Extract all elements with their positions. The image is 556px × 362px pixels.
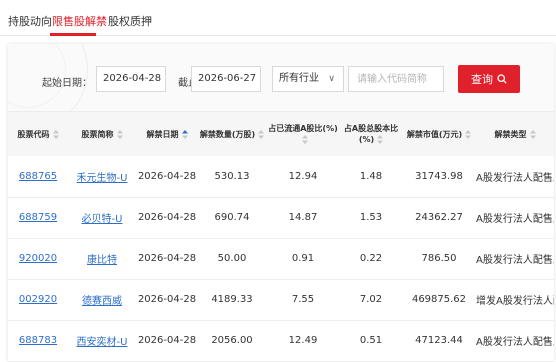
tab-equity-pledge[interactable]: 股权质押 bbox=[108, 13, 152, 29]
unlock-date-cell: 2026-04-28 bbox=[137, 294, 197, 305]
stock-code-link[interactable]: 920020 bbox=[19, 253, 57, 264]
industry-select[interactable]: 所有行业 ∨ bbox=[272, 66, 344, 92]
column-header-unlock-value[interactable]: 解禁市值(万元) bbox=[402, 112, 476, 156]
total-pct-cell: 0.51 bbox=[359, 335, 383, 346]
total-pct-cell: 7.02 bbox=[359, 294, 383, 305]
float-pct-cell: 12.94 bbox=[288, 170, 318, 182]
stock-search-input[interactable] bbox=[348, 66, 444, 92]
table-row: 688765 禾元生物-U 2026-04-28 530.13 12.94 1.… bbox=[8, 156, 554, 197]
unlock-type-cell: A股发行法人配售上市 bbox=[476, 214, 554, 225]
table-row: 688759 必贝特-U 2026-04-28 690.74 14.87 1.5… bbox=[8, 197, 554, 238]
unlock-qty-cell: 2056.00 bbox=[211, 335, 253, 346]
unlock-qty-cell: 530.13 bbox=[214, 170, 250, 182]
unlock-date-cell: 2026-04-28 bbox=[137, 212, 197, 223]
sort-icon[interactable] bbox=[301, 135, 308, 144]
unlock-value-cell: 47123.44 bbox=[415, 335, 463, 346]
end-date-input[interactable]: 2026-06-27 bbox=[191, 66, 261, 92]
unlock-date-cell: 2026-04-28 bbox=[137, 170, 197, 182]
stock-code-link[interactable]: 688759 bbox=[19, 212, 57, 223]
total-pct-cell: 1.53 bbox=[359, 212, 383, 223]
filter-bar: 起始日期： 2026-04-28 截止日期： 2026-06-27 所有行业 ∨… bbox=[8, 44, 554, 112]
total-pct-cell: 1.48 bbox=[359, 170, 383, 182]
column-header-unlock-type[interactable]: 解禁类型 bbox=[476, 112, 554, 156]
unlock-table: 股票代码 股票简称 解禁日期 解禁数量(万股) 占已流通A股比(%) 占A股总股… bbox=[8, 112, 554, 362]
unlock-type-cell: A股发行法人配售上市 bbox=[476, 255, 554, 266]
sort-icon[interactable] bbox=[465, 129, 472, 139]
stock-name-link[interactable]: 禾元生物-U bbox=[77, 173, 128, 184]
stock-name-link[interactable]: 西安奕材-U bbox=[77, 337, 128, 348]
column-header-unlock-date[interactable]: 解禁日期 bbox=[136, 112, 198, 156]
industry-select-value: 所有行业 bbox=[279, 73, 319, 84]
stock-code-link[interactable]: 002920 bbox=[19, 294, 57, 305]
table-row: 688783 西安奕材-U 2026-04-28 2056.00 12.49 0… bbox=[8, 320, 554, 361]
unlock-value-cell: 24362.27 bbox=[415, 212, 463, 223]
search-icon bbox=[497, 74, 507, 84]
float-pct-cell: 7.55 bbox=[291, 294, 315, 305]
query-button-label: 查询 bbox=[471, 73, 493, 86]
unlock-qty-cell: 50.00 bbox=[217, 253, 247, 264]
unlock-value-cell: 469875.62 bbox=[411, 294, 467, 305]
unlock-panel: 起始日期： 2026-04-28 截止日期： 2026-06-27 所有行业 ∨… bbox=[8, 44, 554, 362]
unlock-type-cell: 增发A股发行法人配售上市 bbox=[476, 296, 554, 307]
stock-name-link[interactable]: 必贝特-U bbox=[82, 214, 123, 225]
unlock-qty-cell: 4189.33 bbox=[211, 294, 253, 305]
tab-bar: 持股动向 限售股解禁 股权质押 bbox=[0, 0, 556, 36]
table-row: 920020 康比特 2026-04-28 50.00 0.91 0.22 78… bbox=[8, 238, 554, 279]
query-button[interactable]: 查询 bbox=[458, 65, 520, 93]
stock-name-link[interactable]: 德赛西威 bbox=[82, 296, 122, 307]
stock-name-link[interactable]: 康比特 bbox=[87, 255, 117, 266]
unlock-qty-cell: 690.74 bbox=[214, 212, 250, 223]
table-header-row: 股票代码 股票简称 解禁日期 解禁数量(万股) 占已流通A股比(%) 占A股总股… bbox=[8, 112, 554, 156]
active-tab-indicator bbox=[50, 33, 96, 36]
unlock-type-cell: A股发行法人配售上市 bbox=[476, 172, 554, 184]
tab-holding-trends[interactable]: 持股动向 bbox=[8, 13, 52, 29]
sort-icon[interactable] bbox=[52, 129, 59, 139]
sort-icon[interactable] bbox=[181, 129, 188, 139]
tab-restricted-unlock[interactable]: 限售股解禁 bbox=[52, 13, 107, 29]
unlock-value-cell: 786.50 bbox=[421, 253, 457, 264]
stock-code-link[interactable]: 688765 bbox=[19, 171, 57, 182]
float-pct-cell: 12.49 bbox=[288, 335, 318, 346]
start-date-label: 起始日期： bbox=[42, 78, 92, 89]
sort-icon[interactable] bbox=[529, 129, 536, 139]
unlock-date-cell: 2026-04-28 bbox=[137, 253, 197, 264]
column-header-name[interactable]: 股票简称 bbox=[68, 112, 136, 156]
sort-icon[interactable] bbox=[116, 129, 123, 139]
stock-code-link[interactable]: 688783 bbox=[19, 335, 57, 346]
column-header-code[interactable]: 股票代码 bbox=[8, 112, 68, 156]
chevron-down-icon: ∨ bbox=[328, 74, 335, 84]
table-row: 002920 德赛西威 2026-04-28 4189.33 7.55 7.02… bbox=[8, 279, 554, 320]
unlock-type-cell: A股发行法人配售上市 bbox=[476, 337, 554, 348]
sort-icon[interactable] bbox=[377, 135, 384, 144]
unlock-value-cell: 31743.98 bbox=[415, 170, 463, 182]
column-header-unlock-qty[interactable]: 解禁数量(万股) bbox=[198, 112, 266, 156]
unlock-date-cell: 2026-04-28 bbox=[137, 335, 197, 346]
float-pct-cell: 0.91 bbox=[291, 253, 315, 264]
column-header-float-pct[interactable]: 占已流通A股比(%) bbox=[266, 112, 340, 156]
start-date-input[interactable]: 2026-04-28 bbox=[96, 66, 166, 92]
float-pct-cell: 14.87 bbox=[288, 212, 318, 223]
sort-icon[interactable] bbox=[258, 129, 265, 139]
column-header-total-pct[interactable]: 占A股总股本比(%) bbox=[340, 112, 402, 156]
total-pct-cell: 0.22 bbox=[359, 253, 383, 264]
